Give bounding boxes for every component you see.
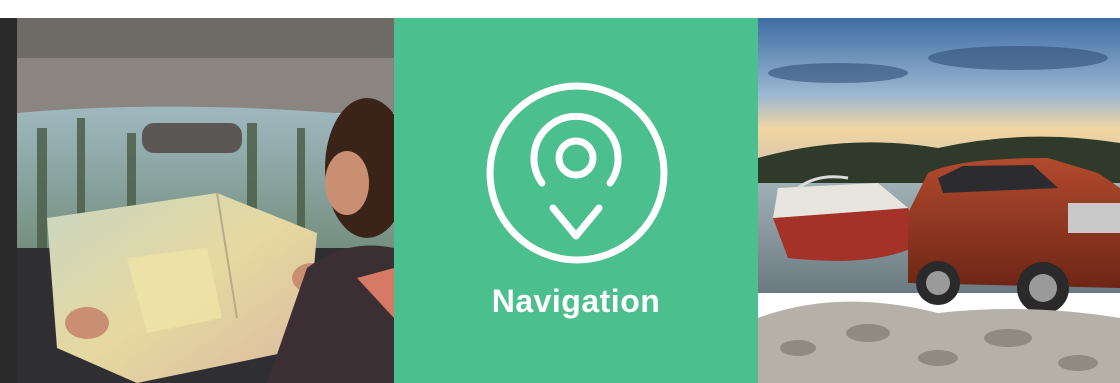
left-edge-strip (0, 18, 17, 383)
map-reading-photo (17, 18, 394, 383)
navigation-label: Navigation (491, 283, 661, 319)
map-reading-photo-illustration (17, 18, 394, 383)
suv-boat-photo-illustration (758, 18, 1120, 383)
suv-boat-photo (758, 18, 1120, 383)
navigation-tile[interactable]: Navigation (394, 18, 758, 383)
feature-panel: Navigation (0, 0, 1120, 383)
location-pin-icon (486, 82, 668, 264)
